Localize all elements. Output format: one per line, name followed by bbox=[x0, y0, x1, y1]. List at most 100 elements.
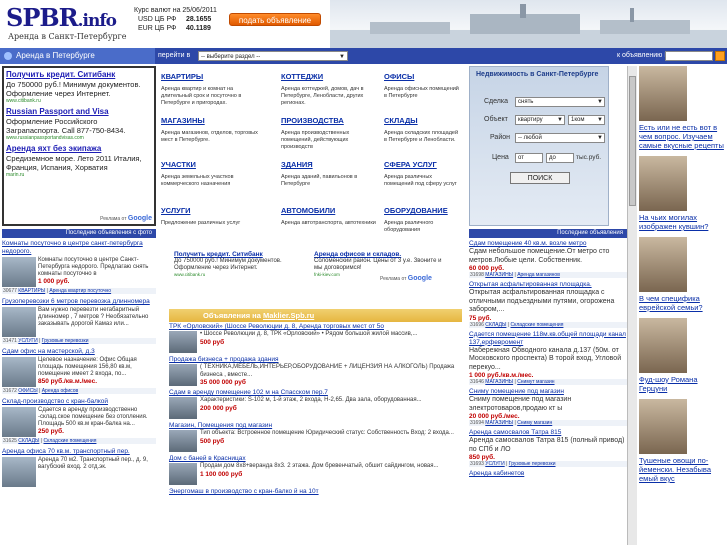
section-select[interactable]: -- выберите раздел -- ▼ bbox=[198, 51, 348, 61]
search-button[interactable]: ПОИСК bbox=[510, 172, 570, 184]
category-link[interactable]: АВТОМОБИЛИ bbox=[281, 206, 379, 216]
post-ad-button[interactable]: подать объявление bbox=[229, 13, 321, 26]
price-to-input[interactable]: до bbox=[546, 153, 574, 163]
category-link[interactable]: УСЛУГИ bbox=[485, 461, 504, 467]
listing-link[interactable]: Сдам в аренду помещение 102 м на Спасско… bbox=[169, 389, 462, 397]
rooms-select[interactable]: 1ком ▼ bbox=[568, 115, 605, 125]
category-link[interactable]: СКЛАДЫ bbox=[485, 322, 506, 328]
skyline-drawing bbox=[330, 4, 727, 48]
deal-select[interactable]: снять ▼ bbox=[515, 97, 605, 107]
subcategory-link[interactable]: Складские помещения bbox=[511, 322, 564, 328]
scrollbar-thumb[interactable] bbox=[629, 76, 636, 206]
teaser-photo[interactable] bbox=[639, 237, 687, 292]
listing-link[interactable]: Грузоперевозки 6 метров перевозка длинно… bbox=[2, 298, 156, 306]
category-link[interactable]: ОФИСЫ bbox=[384, 72, 462, 82]
center-listing: ТРК «Орловский» (Шоссе Революции д. 8, А… bbox=[169, 323, 462, 545]
vertical-scrollbar[interactable] bbox=[627, 66, 637, 545]
listing-link[interactable]: Аренда офиса 70 кв.м. транспортный пер. bbox=[2, 448, 156, 456]
teaser-photo[interactable] bbox=[639, 156, 687, 211]
category-link[interactable]: ОФИСЫ bbox=[18, 388, 37, 394]
category-link[interactable]: ОБОРУДОВАНИЕ bbox=[384, 206, 462, 216]
listing-photo[interactable] bbox=[169, 364, 197, 386]
ad-link[interactable]: Russian Passport and Visa bbox=[6, 107, 152, 117]
listing-link[interactable]: Продажа бизнеса + продажа здания bbox=[169, 356, 462, 364]
listing-link[interactable]: Дом с баней в Красницах bbox=[169, 455, 462, 463]
subcategory-link[interactable]: Сниму магазин bbox=[517, 420, 552, 426]
teaser-photo[interactable] bbox=[639, 399, 687, 454]
listing-link[interactable]: Сдам офис на мастерской, д.3 bbox=[2, 348, 156, 356]
category-link[interactable]: УСЛУГИ bbox=[18, 338, 37, 344]
listing-link[interactable]: Аренда кабинетов bbox=[469, 470, 627, 478]
subcategory-link[interactable]: Аренда офисов bbox=[42, 388, 78, 394]
category-desc: Аренда квартир и комнат на длительный ср… bbox=[161, 86, 242, 106]
category-link[interactable]: КВАРТИРЫ bbox=[18, 288, 45, 294]
category-link[interactable]: МАГАЗИНЫ bbox=[485, 272, 513, 278]
listing-photo[interactable] bbox=[169, 397, 197, 419]
category-link[interactable]: МАГАЗИНЫ bbox=[485, 420, 513, 426]
ad-link[interactable]: Получить кредит. Ситибанк bbox=[174, 251, 309, 258]
ad-link[interactable]: Аренда яхт без экипажа bbox=[6, 144, 152, 154]
category-link[interactable]: ЗДАНИЯ bbox=[281, 160, 379, 170]
listing-link[interactable]: Сниму помещение под магазин bbox=[469, 388, 627, 396]
category-link[interactable]: СКЛАДЫ bbox=[18, 438, 39, 444]
listing-price: 35 000 000 руб bbox=[200, 379, 246, 386]
category-link[interactable]: СКЛАДЫ bbox=[384, 116, 462, 126]
region-tab[interactable]: Аренда в Петербурге bbox=[0, 48, 155, 64]
subcategory-link[interactable]: Складские помещения bbox=[44, 438, 97, 444]
teaser-link[interactable]: Фуд-шоу Романа Герцуни bbox=[639, 375, 727, 393]
teaser-photo[interactable] bbox=[639, 318, 687, 373]
listing-photo[interactable] bbox=[2, 407, 36, 437]
category-cars: АВТОМОБИЛИ Аренда автотранспорта, автоте… bbox=[281, 206, 379, 227]
category-link[interactable]: УСЛУГИ bbox=[161, 206, 259, 216]
ad-number-input[interactable] bbox=[665, 51, 713, 61]
subcategory-link[interactable]: Грузовые перевозки bbox=[509, 461, 556, 467]
listing-photo[interactable] bbox=[169, 331, 197, 353]
listing-link[interactable]: Сдам помещение 40 кв.м. возле метро bbox=[469, 240, 627, 248]
district-select[interactable]: -- любой ▼ bbox=[515, 133, 605, 143]
ad-link[interactable]: Получить кредит. Ситибанк bbox=[6, 70, 152, 80]
teaser-link[interactable]: Есть или не есть вот в чем вопрос. Изуча… bbox=[639, 123, 727, 150]
listing-link[interactable]: Комнаты посуточно в центре санкт-петербу… bbox=[2, 240, 156, 256]
subcategory-link[interactable]: Грузовые перевозки bbox=[42, 338, 89, 344]
subcategory-link[interactable]: Аренда магазинов bbox=[517, 272, 560, 278]
category-link[interactable]: МАГАЗИНЫ bbox=[485, 379, 513, 385]
listing-link[interactable]: Склад-производство с кран-балкой bbox=[2, 398, 156, 406]
listing-photo[interactable] bbox=[2, 307, 36, 337]
teaser-link[interactable]: Тушеные овощи по-йеменски. Незабыва емый… bbox=[639, 456, 727, 483]
teaser-link[interactable]: На чьих могилах изображен кувшин? bbox=[639, 213, 727, 231]
subcategory-link[interactable]: Снимут магазин bbox=[517, 379, 554, 385]
category-link[interactable]: КОТТЕДЖИ bbox=[281, 72, 379, 82]
category-link[interactable]: СФЕРА УСЛУГ bbox=[384, 160, 462, 170]
site-logo[interactable]: SPBR.info bbox=[6, 4, 117, 35]
category-link[interactable]: КВАРТИРЫ bbox=[161, 72, 259, 82]
listing-link[interactable]: Энергомаш в производство с кран-балко й … bbox=[169, 488, 462, 496]
teaser-item: Фуд-шоу Романа Герцуни bbox=[639, 318, 727, 393]
object-select[interactable]: квартиру ▼ bbox=[515, 115, 565, 125]
listing-photo[interactable] bbox=[2, 257, 36, 287]
listing-photo[interactable] bbox=[2, 457, 36, 487]
listing-text: Аренда 70 м2. Транспортный пер., д. 9, в… bbox=[38, 457, 148, 470]
listing-photo[interactable] bbox=[169, 430, 197, 452]
listing-link[interactable]: Сдается помещение 118м.кв.общей площади … bbox=[469, 331, 627, 347]
category-link[interactable]: ПРОИЗВОДСТВА bbox=[281, 116, 379, 126]
listing-photo[interactable] bbox=[169, 463, 197, 485]
listing-price: 850 руб. bbox=[469, 454, 495, 461]
chevron-down-icon: ▼ bbox=[597, 99, 603, 105]
ad-link[interactable]: Аренда офисов и складов. bbox=[314, 251, 449, 258]
teaser-photo[interactable] bbox=[639, 66, 687, 121]
teaser-link[interactable]: В чем специфика еврейской семьи? bbox=[639, 294, 727, 312]
listing-link[interactable]: Открытая асфальтированная площадка. bbox=[469, 281, 627, 289]
google-ads-badge[interactable]: Реклама от Google bbox=[380, 275, 432, 282]
maklier-link[interactable]: Maklier.Spb.ru bbox=[263, 311, 314, 320]
price-from-input[interactable]: от bbox=[515, 153, 543, 163]
ad-number-go-button[interactable] bbox=[715, 51, 725, 61]
google-ads-badge[interactable]: Реклама от Google bbox=[100, 215, 152, 222]
category-link[interactable]: МАГАЗИНЫ bbox=[161, 116, 259, 126]
listing-link[interactable]: Магазин, Помещения под магазин bbox=[169, 422, 462, 430]
listing-price: 1 000 руб./кв.м./мес. bbox=[469, 372, 534, 379]
listing-link[interactable]: ТРК «Орловский» (Шоссе Революции д. 8, А… bbox=[169, 323, 462, 331]
listing-photo[interactable] bbox=[2, 357, 36, 387]
listing-link[interactable]: Аренда самосвалов Татра 815 bbox=[469, 429, 627, 437]
subcategory-link[interactable]: Аренда квартир посуточно bbox=[49, 288, 111, 294]
category-link[interactable]: УЧАСТКИ bbox=[161, 160, 259, 170]
